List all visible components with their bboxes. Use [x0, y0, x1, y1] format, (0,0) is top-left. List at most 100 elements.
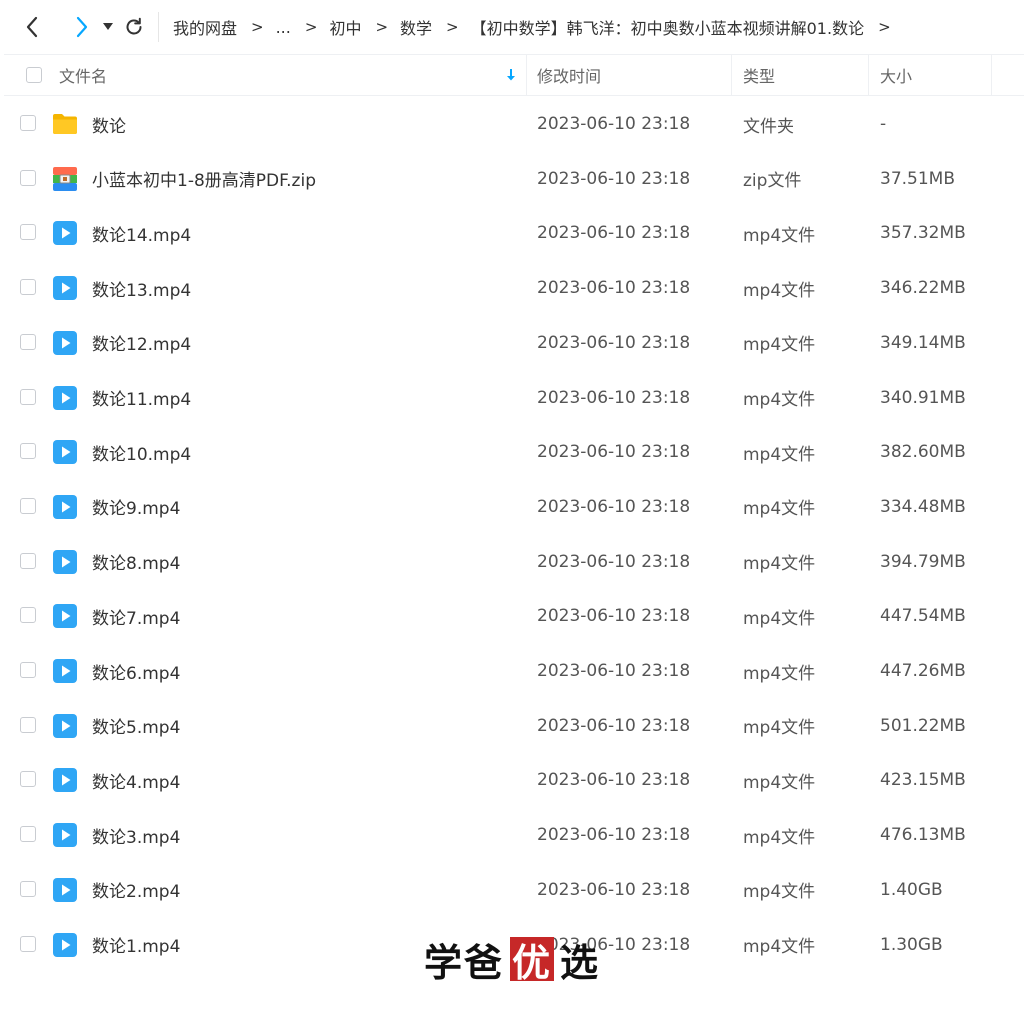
table-row[interactable]: 数论12.mp4 2023-06-10 23:18 mp4文件 349.14MB — [4, 316, 1024, 370]
table-row[interactable]: 数论2.mp4 2023-06-10 23:18 mp4文件 1.40GB — [4, 863, 1024, 917]
file-name[interactable]: 数论10.mp4 — [92, 425, 191, 479]
file-name[interactable]: 数论2.mp4 — [92, 863, 180, 917]
file-type: mp4文件 — [743, 663, 816, 684]
breadcrumb-item-current[interactable]: 【初中数学】韩飞洋：初中奥数小蓝本视频讲解01.数论 — [471, 15, 864, 39]
file-type: mp4文件 — [743, 280, 816, 301]
file-size: 37.51MB — [880, 168, 955, 189]
file-type: mp4文件 — [743, 608, 816, 629]
file-size: 1.40GB — [880, 879, 943, 900]
refresh-icon[interactable] — [122, 15, 146, 39]
file-name[interactable]: 数论9.mp4 — [92, 480, 180, 534]
file-modified-time: 2023-06-10 23:18 — [537, 661, 691, 681]
breadcrumb-item-ellipsis[interactable]: ... — [276, 18, 291, 37]
row-checkbox[interactable] — [20, 388, 36, 405]
file-type: mp4文件 — [743, 444, 816, 465]
table-row[interactable]: 数论8.mp4 2023-06-10 23:18 mp4文件 394.79MB — [4, 535, 1024, 589]
breadcrumb-item-math[interactable]: 数学 — [400, 15, 432, 39]
sort-down-arrow-icon[interactable] — [506, 55, 516, 95]
table-row[interactable]: 数论6.mp4 2023-06-10 23:18 mp4文件 447.26MB — [4, 644, 1024, 698]
breadcrumb-item-junior[interactable]: 初中 — [329, 15, 361, 39]
zip-icon — [52, 166, 78, 192]
file-name[interactable]: 小蓝本初中1-8册高清PDF.zip — [92, 152, 316, 206]
file-size: 394.79MB — [880, 551, 966, 572]
file-name[interactable]: 数论13.mp4 — [92, 261, 191, 315]
row-checkbox[interactable] — [20, 935, 36, 952]
file-type: mp4文件 — [743, 718, 816, 739]
toolbar: 我的网盘 > ... > 初中 > 数学 > 【初中数学】韩飞洋：初中奥数小蓝本… — [0, 0, 1024, 54]
video-icon — [52, 603, 78, 629]
file-type: mp4文件 — [743, 390, 816, 410]
file-name[interactable]: 数论6.mp4 — [92, 644, 180, 698]
file-size: 349.14MB — [880, 332, 966, 353]
table-row[interactable]: 数论9.mp4 2023-06-10 23:18 mp4文件 334.48MB — [4, 480, 1024, 534]
column-header-type[interactable]: 类型 — [743, 55, 775, 95]
file-type: mp4文件 — [743, 499, 816, 520]
file-name[interactable]: 数论14.mp4 — [92, 206, 191, 260]
table-row[interactable]: 数论3.mp4 2023-06-10 23:18 mp4文件 476.13MB — [4, 808, 1024, 862]
row-checkbox[interactable] — [20, 497, 36, 514]
file-type: mp4文件 — [743, 772, 816, 793]
file-type: mp4文件 — [743, 882, 816, 903]
file-modified-time: 2023-06-10 23:18 — [537, 387, 691, 408]
select-all-checkbox[interactable] — [26, 55, 42, 95]
column-header-name[interactable]: 文件名 — [59, 55, 107, 95]
file-modified-time: 2023-06-10 23:18 — [537, 551, 691, 572]
row-checkbox[interactable] — [20, 716, 36, 733]
column-header-size[interactable]: 大小 — [880, 55, 912, 95]
column-divider — [991, 55, 992, 95]
file-modified-time: 2023-06-10 23:18 — [537, 715, 691, 736]
file-size: 1.30GB — [880, 934, 943, 955]
table-row[interactable]: 数论7.mp4 2023-06-10 23:18 mp4文件 447.54MB — [4, 589, 1024, 643]
chevron-right-icon[interactable] — [70, 15, 94, 39]
column-header-modified[interactable]: 修改时间 — [537, 55, 601, 95]
breadcrumb-separator: > — [251, 18, 264, 36]
row-checkbox[interactable] — [20, 771, 36, 788]
table-row[interactable]: 数论4.mp4 2023-06-10 23:18 mp4文件 423.15MB — [4, 753, 1024, 807]
file-name[interactable]: 数论11.mp4 — [92, 371, 191, 425]
folder-icon — [52, 111, 78, 137]
row-checkbox[interactable] — [20, 607, 36, 624]
table-row[interactable]: 小蓝本初中1-8册高清PDF.zip 2023-06-10 23:18 zip文件 3… — [4, 152, 1024, 206]
table-row[interactable]: 数论14.mp4 2023-06-10 23:18 mp4文件 357.32MB — [4, 206, 1024, 260]
file-name[interactable]: 数论 — [92, 97, 126, 151]
file-type: mp4文件 — [743, 827, 816, 848]
file-name[interactable]: 数论8.mp4 — [92, 535, 180, 589]
table-row[interactable]: 数论 2023-06-10 23:18 文件夹 - — [4, 97, 1024, 151]
file-modified-time: 2023-06-10 23:18 — [537, 496, 691, 517]
row-checkbox[interactable] — [20, 880, 36, 897]
file-size: 340.91MB — [880, 387, 966, 408]
row-checkbox[interactable] — [20, 115, 36, 131]
video-icon — [52, 220, 78, 246]
row-checkbox[interactable] — [20, 333, 36, 350]
watermark-text: 学爸 — [424, 939, 505, 985]
table-row[interactable]: 数论13.mp4 2023-06-10 23:18 mp4文件 346.22MB — [4, 261, 1024, 315]
row-checkbox[interactable] — [20, 552, 36, 569]
row-checkbox[interactable] — [20, 279, 36, 296]
video-icon — [52, 767, 78, 793]
row-checkbox[interactable] — [20, 662, 36, 678]
file-type: zip文件 — [743, 171, 802, 192]
file-size: 382.60MB — [880, 442, 966, 463]
table-row[interactable]: 数论11.mp4 2023-06-10 23:18 mp4文件 340.91MB — [4, 371, 1024, 425]
file-name[interactable]: 数论4.mp4 — [92, 753, 180, 807]
breadcrumb-item-root[interactable]: 我的网盘 — [173, 15, 237, 39]
row-checkbox[interactable] — [20, 224, 36, 241]
file-modified-time: 2023-06-10 23:18 — [537, 770, 691, 791]
row-checkbox[interactable] — [20, 169, 36, 186]
chevron-left-icon[interactable] — [20, 15, 44, 39]
row-checkbox[interactable] — [20, 826, 36, 843]
file-type: mp4文件 — [743, 937, 816, 957]
video-icon — [52, 439, 78, 465]
breadcrumb-separator: > — [375, 18, 389, 36]
table-row[interactable]: 数论5.mp4 2023-06-10 23:18 mp4文件 501.22MB — [4, 699, 1024, 753]
file-name[interactable]: 数论7.mp4 — [92, 589, 180, 643]
table-row[interactable]: 数论10.mp4 2023-06-10 23:18 mp4文件 382.60MB — [4, 425, 1024, 479]
row-checkbox[interactable] — [20, 443, 36, 460]
caret-down-icon[interactable] — [100, 15, 116, 39]
file-name[interactable]: 数论5.mp4 — [92, 699, 180, 753]
file-type: mp4文件 — [743, 335, 816, 356]
file-type: mp4文件 — [743, 554, 816, 575]
file-name[interactable]: 数论3.mp4 — [92, 808, 180, 862]
file-name[interactable]: 数论1.mp4 — [92, 918, 180, 972]
file-name[interactable]: 数论12.mp4 — [92, 316, 191, 370]
